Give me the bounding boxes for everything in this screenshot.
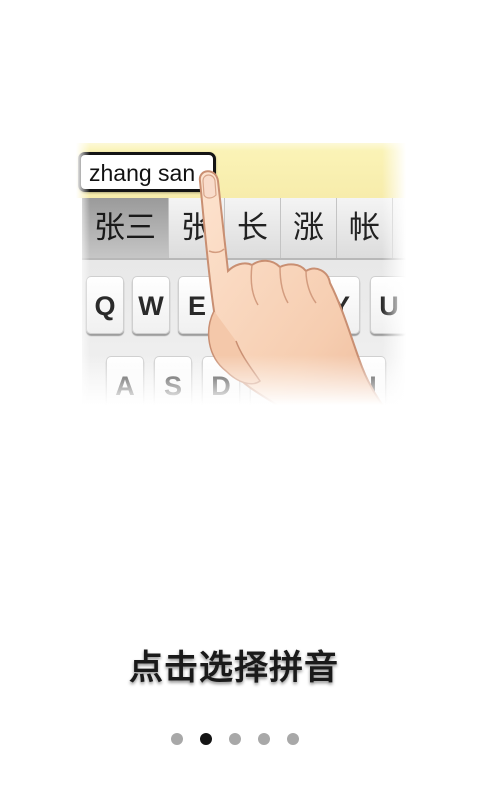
tutorial-caption: 点击选择拼音: [129, 648, 339, 688]
page-dot[interactable]: [258, 733, 270, 745]
pointing-hand-icon: [198, 170, 404, 445]
page-indicator: [171, 733, 316, 747]
key-a: A: [106, 356, 144, 414]
candidate-item: 张三: [82, 198, 169, 258]
tutorial-illustration: zhang san 张三 张 长 涨 帐 Q W E R T Y U A S D…: [76, 135, 406, 445]
page-dot[interactable]: [287, 733, 299, 745]
page-dot[interactable]: [229, 733, 241, 745]
key-w: W: [132, 276, 170, 334]
key-q: Q: [86, 276, 124, 334]
page-dot-active[interactable]: [200, 733, 212, 745]
page-dot[interactable]: [171, 733, 183, 745]
